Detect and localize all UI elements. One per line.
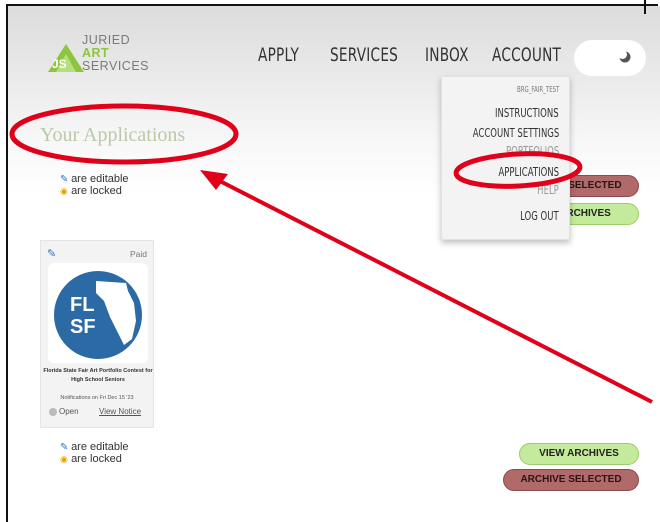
page: JS JURIED ART SERVICES APPLY SERVICES IN…	[0, 0, 660, 522]
annotation-circle-title	[9, 103, 239, 165]
annotation-arrow-line	[213, 176, 653, 404]
annotation-arrow-head	[200, 170, 228, 190]
annotation-circle-applications	[453, 151, 583, 189]
annotation-overlay	[9, 103, 653, 404]
